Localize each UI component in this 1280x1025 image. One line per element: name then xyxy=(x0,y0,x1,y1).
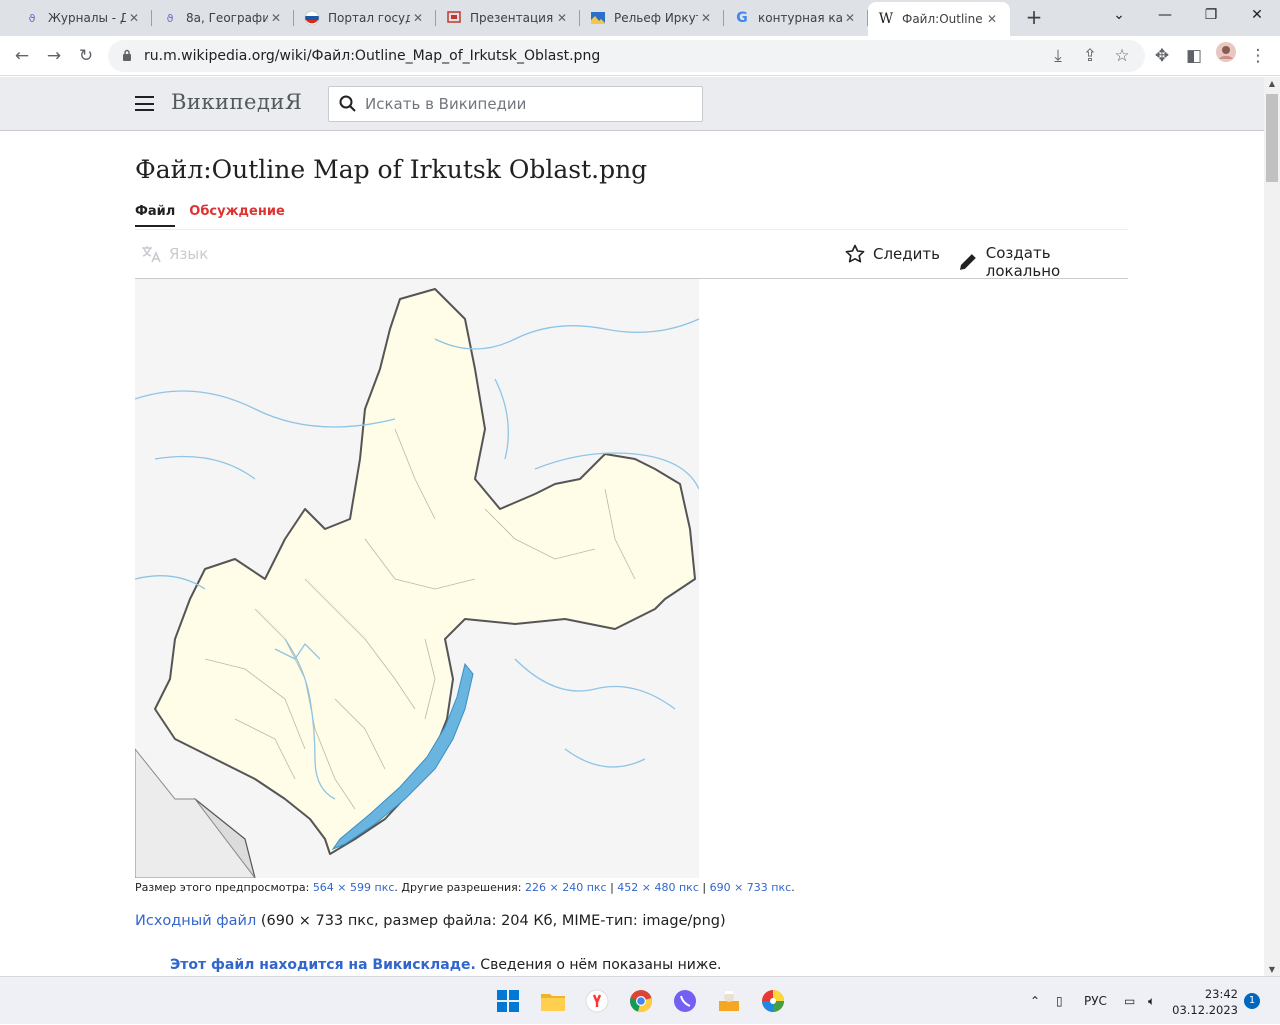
google-icon: G xyxy=(736,10,748,26)
lock-icon[interactable] xyxy=(122,49,132,64)
wiki-header: ВикипедиЯ Искать в Википедии xyxy=(0,77,1264,131)
address-bar[interactable]: ru.m.wikipedia.org/wiki/Файл:Outline_Map… xyxy=(108,40,1145,72)
new-tab-button[interactable]: + xyxy=(1022,6,1046,30)
browser-toolbar: ← → ↻ ru.m.wikipedia.org/wiki/Файл:Outli… xyxy=(0,36,1280,76)
side-panel-icon[interactable]: ◧ xyxy=(1180,42,1208,70)
forward-icon[interactable]: → xyxy=(40,42,68,70)
chrome-icon[interactable] xyxy=(627,987,655,1015)
network-icon[interactable]: ▭ xyxy=(1124,977,1135,1025)
tab-search-icon[interactable]: ⌄ xyxy=(1096,0,1142,32)
extensions-icon[interactable]: ✥ xyxy=(1148,42,1176,70)
page-title: Файл:Outline Map of Irkutsk Oblast.png xyxy=(135,155,648,184)
irkutsk-outline-map-image[interactable] xyxy=(135,279,699,878)
russia-flag-icon xyxy=(304,10,320,26)
back-icon[interactable]: ← xyxy=(8,42,36,70)
volume-icon[interactable]: 🔈︎ xyxy=(1148,977,1155,1025)
pencil-icon xyxy=(959,254,976,270)
close-tab-icon[interactable]: ✕ xyxy=(410,11,426,25)
search-icon xyxy=(339,95,356,112)
close-window-icon[interactable]: ✕ xyxy=(1234,0,1280,32)
bookmark-star-icon[interactable]: ☆ xyxy=(1108,42,1136,70)
search-placeholder: Искать в Википедии xyxy=(365,95,527,113)
resolution-link-1[interactable]: 226 × 240 пкс xyxy=(525,881,607,894)
browser-tab-active[interactable]: W Файл:Outline ✕ xyxy=(868,2,1010,36)
translate-icon xyxy=(142,246,161,263)
resolution-link-3[interactable]: 690 × 733 пкс xyxy=(710,881,792,894)
app-icon[interactable] xyxy=(715,987,743,1015)
browser-tab-3[interactable]: Портал госуд ✕ xyxy=(294,2,436,34)
dnevnik-icon: ϑ xyxy=(166,11,174,25)
viber-icon[interactable] xyxy=(671,987,699,1015)
page-actions: Язык Следить Создать локально xyxy=(135,229,1128,280)
yandex-browser-icon[interactable] xyxy=(583,987,611,1015)
preview-caption: Размер этого предпросмотра: 564 × 599 пк… xyxy=(135,881,795,894)
battery-icon[interactable]: ▯ xyxy=(1056,977,1063,1025)
profile-avatar[interactable] xyxy=(1212,42,1240,70)
star-icon xyxy=(845,244,865,263)
original-file-line: Исходный файл (690 × 733 пкс, размер фай… xyxy=(135,913,726,929)
preview-size-link[interactable]: 564 × 599 пкс xyxy=(313,881,395,894)
language-button[interactable]: Язык xyxy=(141,245,208,263)
hamburger-menu-icon[interactable] xyxy=(135,96,154,111)
notification-badge[interactable]: 1 xyxy=(1244,993,1260,1009)
original-file-link[interactable]: Исходный файл xyxy=(135,913,256,929)
file-explorer-icon[interactable] xyxy=(539,987,567,1015)
tray-chevron-icon[interactable]: ⌃ xyxy=(1030,977,1040,1025)
browser-tab-4[interactable]: Презентация ✕ xyxy=(436,2,580,34)
start-icon[interactable] xyxy=(494,987,522,1015)
dnevnik-icon: ϑ xyxy=(28,11,36,25)
wikipedia-icon: W xyxy=(878,11,894,27)
close-tab-icon[interactable]: ✕ xyxy=(268,11,284,25)
create-local-button[interactable]: Создать локально xyxy=(958,244,1128,280)
tab-discussion[interactable]: Обсуждение xyxy=(189,204,284,227)
reload-icon[interactable]: ↻ xyxy=(72,42,100,70)
windows-taskbar: ⌃ ▯ РУС ▭ 🔈︎ 23:42 03.12.2023 1 xyxy=(0,976,1280,1024)
close-tab-icon[interactable]: ✕ xyxy=(842,11,858,25)
commons-notice: Этот файл находится на Викискладе. Сведе… xyxy=(170,957,722,973)
color-wheel-icon[interactable] xyxy=(759,987,787,1015)
browser-tab-6[interactable]: G контурная кар ✕ xyxy=(724,2,868,34)
input-language[interactable]: РУС xyxy=(1084,977,1107,1025)
minimize-icon[interactable]: — xyxy=(1142,0,1188,32)
menu-icon[interactable]: ⋮ xyxy=(1244,42,1272,70)
install-app-icon[interactable]: ⤓ xyxy=(1044,42,1072,70)
resolution-link-2[interactable]: 452 × 480 пкс xyxy=(617,881,699,894)
browser-tab-1[interactable]: ϑ Журналы - Дн ✕ xyxy=(14,2,152,34)
scroll-down-icon[interactable]: ▼ xyxy=(1264,965,1280,974)
page-icon xyxy=(590,10,606,26)
namespace-tabs: Файл Обсуждение xyxy=(135,204,285,227)
browser-tab-2[interactable]: ϑ 8а, Географи ✕ xyxy=(152,2,294,34)
browser-tab-strip: ϑ Журналы - Дн ✕ ϑ 8а, Географи ✕ Портал… xyxy=(0,0,1280,36)
scrollbar-thumb[interactable] xyxy=(1266,94,1278,182)
close-tab-icon[interactable]: ✕ xyxy=(698,11,714,25)
tab-file[interactable]: Файл xyxy=(135,204,176,227)
restore-icon[interactable]: ❐ xyxy=(1188,0,1234,32)
close-tab-icon[interactable]: ✕ xyxy=(554,11,570,25)
watch-button[interactable]: Следить xyxy=(845,244,940,264)
system-clock[interactable]: 23:42 03.12.2023 xyxy=(1172,986,1238,1018)
share-icon[interactable]: ⇪ xyxy=(1076,42,1104,70)
scroll-up-icon[interactable]: ▲ xyxy=(1264,79,1280,88)
browser-tab-5[interactable]: Рельеф Иркут ✕ xyxy=(580,2,724,34)
close-tab-icon[interactable]: ✕ xyxy=(984,12,1000,26)
page-scrollbar[interactable]: ▲ ▼ xyxy=(1264,77,1280,976)
close-tab-icon[interactable]: ✕ xyxy=(126,11,142,25)
presentation-icon xyxy=(446,10,462,26)
wiki-search-input[interactable]: Искать в Википедии xyxy=(328,86,703,122)
commons-link[interactable]: Этот файл находится на Викискладе. xyxy=(170,957,476,973)
url-text: ru.m.wikipedia.org/wiki/Файл:Outline_Map… xyxy=(144,48,601,64)
wiki-logo[interactable]: ВикипедиЯ xyxy=(171,90,302,114)
